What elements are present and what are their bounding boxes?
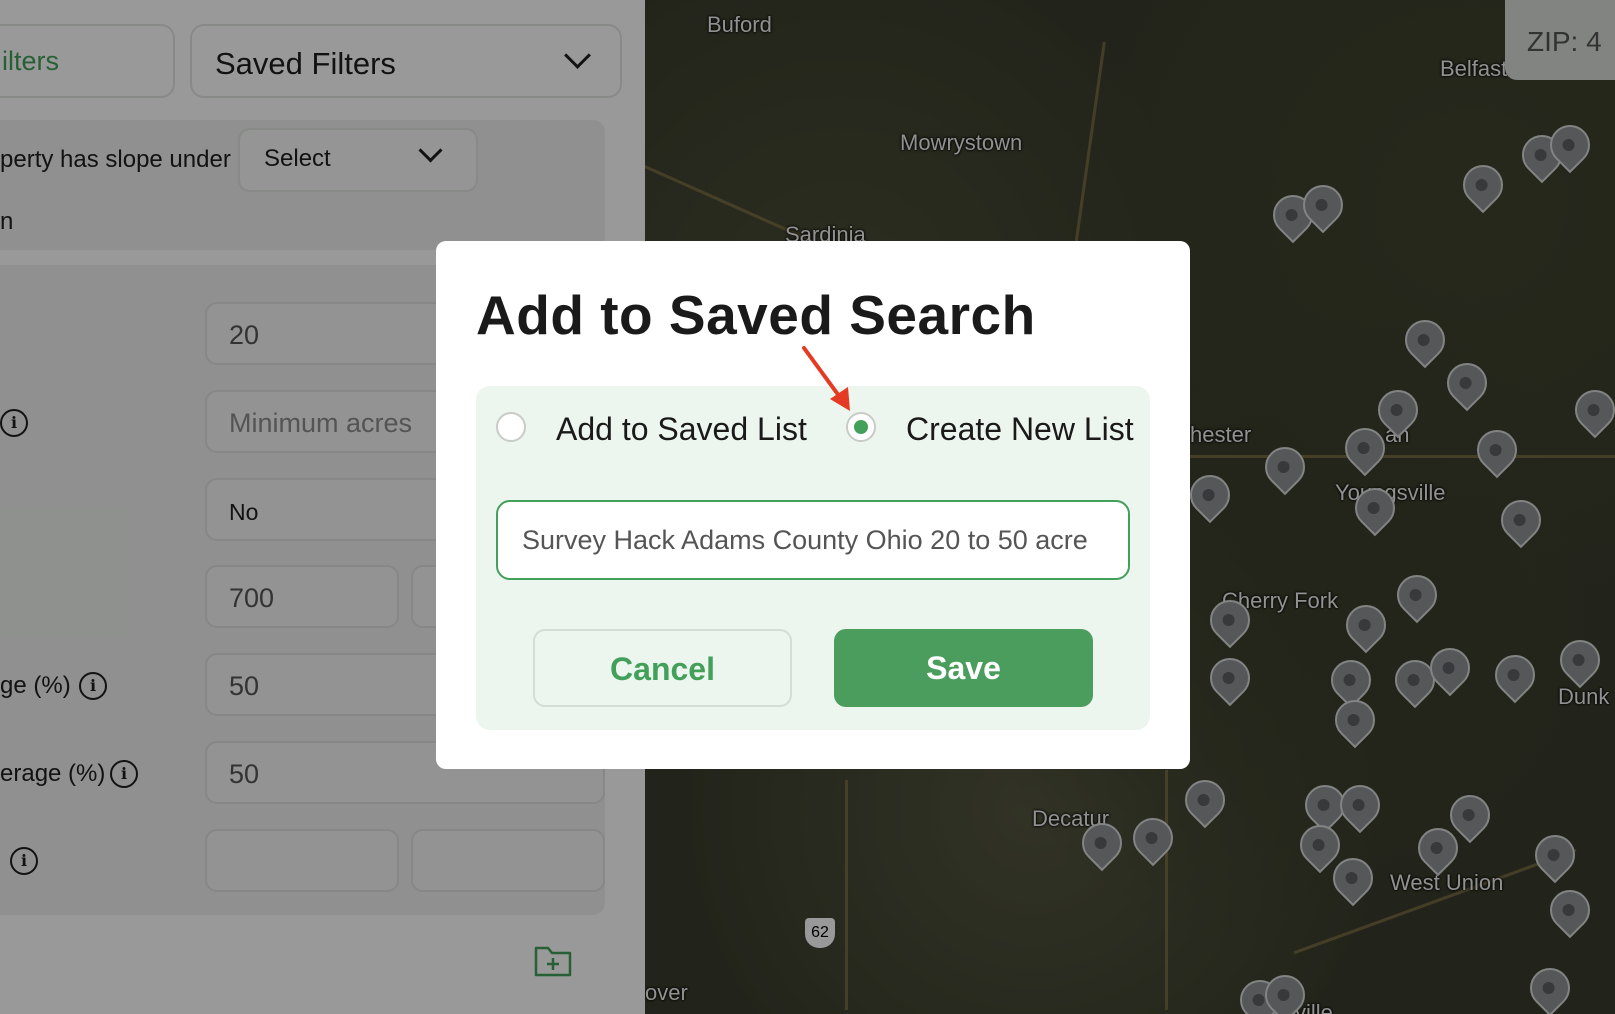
save-button[interactable]: Save bbox=[834, 629, 1093, 707]
create-new-list-label[interactable]: Create New List bbox=[906, 411, 1134, 448]
create-new-list-radio[interactable] bbox=[846, 412, 876, 442]
add-to-saved-search-dialog: Add to Saved Search Add to Saved List Cr… bbox=[436, 241, 1190, 769]
dialog-panel: Add to Saved List Create New List Survey… bbox=[476, 386, 1150, 730]
cancel-button[interactable]: Cancel bbox=[533, 629, 792, 707]
list-name-input[interactable]: Survey Hack Adams County Ohio 20 to 50 a… bbox=[496, 500, 1130, 580]
add-to-saved-list-radio[interactable] bbox=[496, 412, 526, 442]
dialog-title: Add to Saved Search bbox=[476, 284, 1036, 346]
arrow-annotation-icon bbox=[802, 346, 850, 411]
add-to-saved-list-label[interactable]: Add to Saved List bbox=[556, 411, 807, 448]
